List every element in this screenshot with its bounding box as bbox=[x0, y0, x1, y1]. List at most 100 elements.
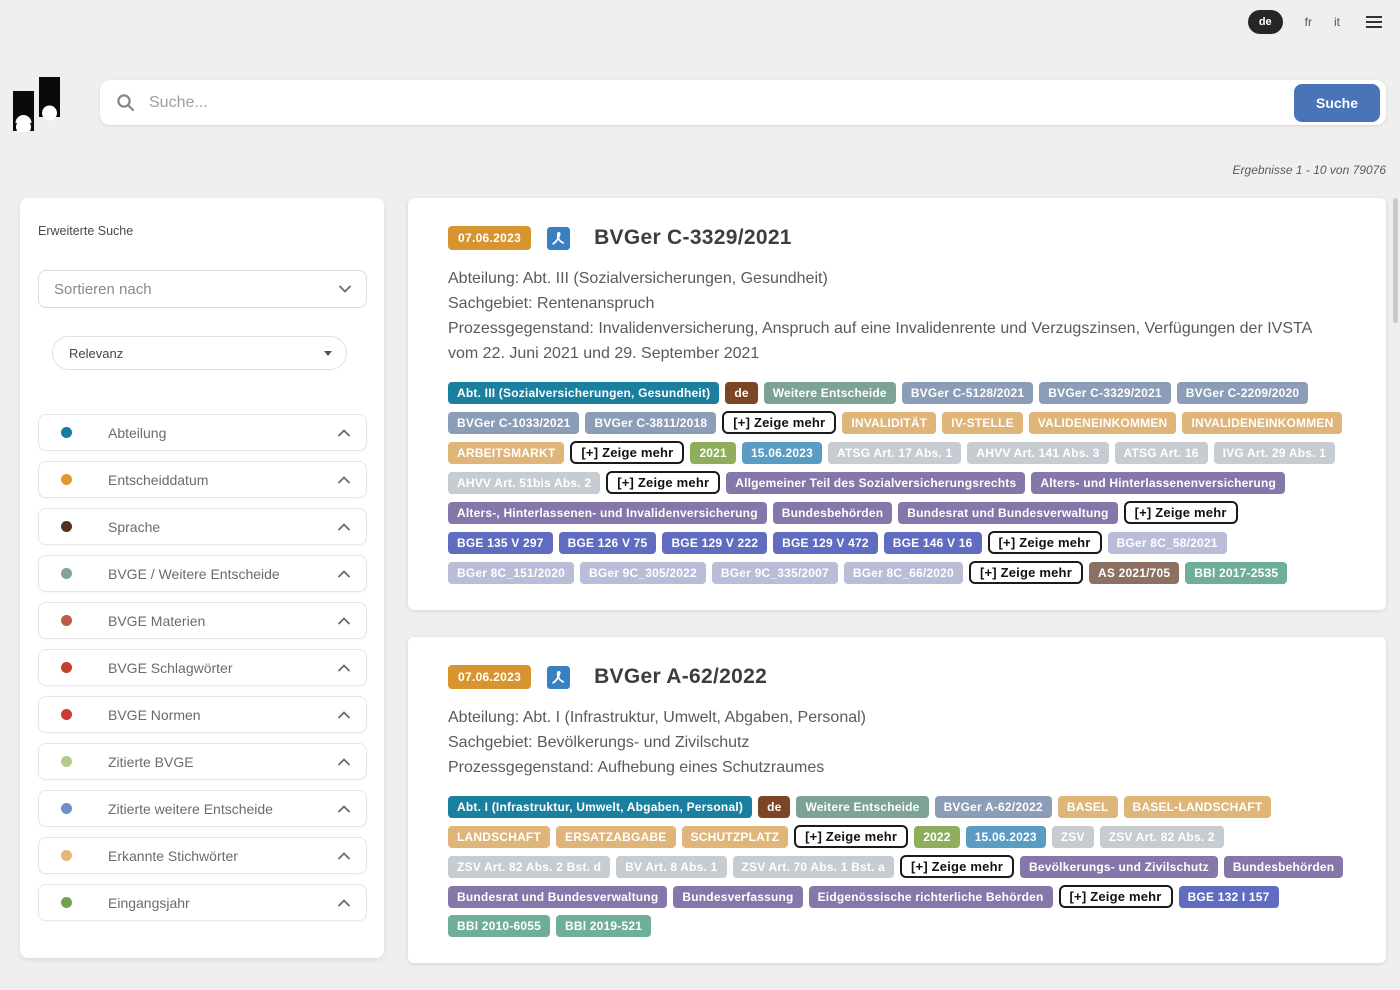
filter-accordion-zitierte-bvge[interactable]: Zitierte BVGE bbox=[38, 743, 367, 780]
tag-tan[interactable]: LANDSCHAFT bbox=[448, 826, 550, 848]
scrollbar-thumb[interactable] bbox=[1393, 198, 1398, 323]
result-title[interactable]: BVGer A-62/2022 bbox=[594, 665, 767, 689]
tag-purple[interactable]: Alters- und Hinterlassenenversicherung bbox=[1031, 472, 1285, 494]
tag-green[interactable]: 2021 bbox=[690, 442, 736, 464]
tag-sage[interactable]: Weitere Entscheide bbox=[796, 796, 928, 818]
tag-purple[interactable]: Bevölkerungs- und Zivilschutz bbox=[1020, 856, 1218, 878]
menu-hamburger-icon[interactable] bbox=[1362, 12, 1386, 32]
tag-gray[interactable]: ATSG Art. 16 bbox=[1115, 442, 1208, 464]
tag-gray[interactable]: IVG Art. 29 Abs. 1 bbox=[1214, 442, 1335, 464]
tag-teal[interactable]: Abt. III (Sozialversicherungen, Gesundhe… bbox=[448, 382, 719, 404]
tag-brown[interactable]: de bbox=[725, 382, 757, 404]
filter-accordion-bvge-materien[interactable]: BVGE Materien bbox=[38, 602, 367, 639]
decision-date-badge: 07.06.2023 bbox=[448, 665, 531, 689]
show-more-button[interactable]: [+] Zeige mehr bbox=[1124, 501, 1238, 524]
tag-purple[interactable]: Bundesbehörden bbox=[1224, 856, 1343, 878]
tag-gray[interactable]: ZSV Art. 82 Abs. 2 Bst. d bbox=[448, 856, 610, 878]
tag-green[interactable]: 2022 bbox=[914, 826, 960, 848]
tag-tan[interactable]: SCHUTZPLATZ bbox=[682, 826, 789, 848]
tag-bluegray[interactable]: BVGer C-3811/2018 bbox=[585, 412, 716, 434]
tag-tan[interactable]: VALIDENEINKOMMEN bbox=[1029, 412, 1177, 434]
tag-indigo[interactable]: BGE 135 V 297 bbox=[448, 532, 553, 554]
filter-accordion-erkannte-stichw-rter[interactable]: Erkannte Stichwörter bbox=[38, 837, 367, 874]
sort-by-dropdown[interactable]: Sortieren nach bbox=[38, 270, 367, 308]
tag-lavender[interactable]: BGer 8C_58/2021 bbox=[1108, 532, 1227, 554]
tag-blue[interactable]: 15.06.2023 bbox=[742, 442, 822, 464]
filter-label: Eingangsjahr bbox=[108, 895, 338, 911]
filter-accordion-abteilung[interactable]: Abteilung bbox=[38, 414, 367, 451]
tag-maroon[interactable]: AS 2021/705 bbox=[1089, 562, 1179, 584]
filter-label: Erkannte Stichwörter bbox=[108, 848, 338, 864]
filter-accordion-zitierte-weitere-entscheide[interactable]: Zitierte weitere Entscheide bbox=[38, 790, 367, 827]
tag-indigo[interactable]: BGE 146 V 16 bbox=[884, 532, 982, 554]
show-more-button[interactable]: [+] Zeige mehr bbox=[969, 561, 1083, 584]
tag-lavender[interactable]: BGer 8C_151/2020 bbox=[448, 562, 574, 584]
tag-gray[interactable]: BV Art. 8 Abs. 1 bbox=[616, 856, 726, 878]
show-more-button[interactable]: [+] Zeige mehr bbox=[606, 471, 720, 494]
tag-sage[interactable]: Weitere Entscheide bbox=[764, 382, 896, 404]
tag-indigo[interactable]: BGE 129 V 222 bbox=[662, 532, 767, 554]
tag-tan[interactable]: INVALIDITÄT bbox=[842, 412, 936, 434]
tag-tan[interactable]: IV-STELLE bbox=[942, 412, 1022, 434]
tag-gray[interactable]: ZSV Art. 70 Abs. 1 Bst. a bbox=[733, 856, 895, 878]
tag-bluegray[interactable]: BVGer C-1033/2021 bbox=[448, 412, 579, 434]
tag-indigo[interactable]: BGE 129 V 472 bbox=[773, 532, 878, 554]
show-more-button[interactable]: [+] Zeige mehr bbox=[722, 411, 836, 434]
tag-indigo[interactable]: BGE 132 I 157 bbox=[1179, 886, 1279, 908]
tag-gray[interactable]: ATSG Art. 17 Abs. 1 bbox=[828, 442, 961, 464]
chevron-up-icon bbox=[338, 706, 350, 724]
filter-accordion-bvge-normen[interactable]: BVGE Normen bbox=[38, 696, 367, 733]
lang-it-button[interactable]: it bbox=[1334, 15, 1340, 29]
tag-bluegray[interactable]: BVGer C-3329/2021 bbox=[1039, 382, 1170, 404]
result-title[interactable]: BVGer C-3329/2021 bbox=[594, 226, 792, 250]
show-more-button[interactable]: [+] Zeige mehr bbox=[794, 825, 908, 848]
filter-accordion-bvge-schlagw-rter[interactable]: BVGE Schlagwörter bbox=[38, 649, 367, 686]
sort-value-select[interactable]: Relevanz bbox=[52, 336, 347, 370]
tag-gray[interactable]: AHVV Art. 141 Abs. 3 bbox=[967, 442, 1108, 464]
show-more-button[interactable]: [+] Zeige mehr bbox=[570, 441, 684, 464]
filter-accordion-sprache[interactable]: Sprache bbox=[38, 508, 367, 545]
tag-tan[interactable]: BASEL bbox=[1058, 796, 1118, 818]
tag-bluegray[interactable]: BVGer C-5128/2021 bbox=[902, 382, 1033, 404]
show-more-button[interactable]: [+] Zeige mehr bbox=[1059, 885, 1173, 908]
tag-lavender[interactable]: BGer 9C_305/2022 bbox=[580, 562, 706, 584]
tag-tan[interactable]: ERSATZABGABE bbox=[556, 826, 676, 848]
tag-tan[interactable]: BASEL-LANDSCHAFT bbox=[1124, 796, 1272, 818]
tag-brown[interactable]: de bbox=[758, 796, 790, 818]
lang-de-button[interactable]: de bbox=[1248, 10, 1283, 34]
search-input[interactable] bbox=[149, 94, 1294, 112]
show-more-button[interactable]: [+] Zeige mehr bbox=[988, 531, 1102, 554]
tag-gray[interactable]: ZSV Art. 82 Abs. 2 bbox=[1100, 826, 1224, 848]
tag-bluegray[interactable]: BVGer A-62/2022 bbox=[935, 796, 1052, 818]
tag-tan[interactable]: ARBEITSMARKT bbox=[448, 442, 564, 464]
language-bar: de fr it bbox=[1248, 10, 1386, 34]
search-submit-button[interactable]: Suche bbox=[1294, 84, 1380, 122]
tag-purple[interactable]: Allgemeiner Teil des Sozialversicherungs… bbox=[726, 472, 1025, 494]
tag-lavender[interactable]: BGer 9C_335/2007 bbox=[712, 562, 838, 584]
pdf-icon[interactable] bbox=[547, 227, 570, 250]
tag-purple[interactable]: Bundesverfassung bbox=[673, 886, 802, 908]
tag-purple[interactable]: Eidgenössische richterliche Behörden bbox=[809, 886, 1053, 908]
tag-lavender[interactable]: BGer 8C_66/2020 bbox=[844, 562, 963, 584]
tag-blue[interactable]: 15.06.2023 bbox=[966, 826, 1046, 848]
tag-purple[interactable]: Alters-, Hinterlassenen- und Invalidenve… bbox=[448, 502, 767, 524]
lang-fr-button[interactable]: fr bbox=[1305, 15, 1312, 29]
filter-accordion-bvge-weitere-entscheide[interactable]: BVGE / Weitere Entscheide bbox=[38, 555, 367, 592]
tag-purple[interactable]: Bundesbehörden bbox=[773, 502, 892, 524]
tag-tealgreen[interactable]: BBl 2019-521 bbox=[556, 915, 651, 937]
pdf-icon[interactable] bbox=[547, 666, 570, 689]
show-more-button[interactable]: [+] Zeige mehr bbox=[900, 855, 1014, 878]
filter-accordion-entscheiddatum[interactable]: Entscheiddatum bbox=[38, 461, 367, 498]
tag-indigo[interactable]: BGE 126 V 75 bbox=[559, 532, 657, 554]
tag-purple[interactable]: Bundesrat und Bundesverwaltung bbox=[448, 886, 667, 908]
tag-purple[interactable]: Bundesrat und Bundesverwaltung bbox=[898, 502, 1117, 524]
tag-tealgreen[interactable]: BBl 2017-2535 bbox=[1185, 562, 1287, 584]
tag-tan[interactable]: INVALIDENEINKOMMEN bbox=[1182, 412, 1342, 434]
result-description-line: Abteilung: Abt. III (Sozialversicherunge… bbox=[448, 266, 1346, 291]
tag-gray[interactable]: ZSV bbox=[1052, 826, 1094, 848]
tag-tealgreen[interactable]: BBl 2010-6055 bbox=[448, 915, 550, 937]
tag-teal[interactable]: Abt. I (Infrastruktur, Umwelt, Abgaben, … bbox=[448, 796, 752, 818]
tag-bluegray[interactable]: BVGer C-2209/2020 bbox=[1177, 382, 1308, 404]
tag-gray[interactable]: AHVV Art. 51bis Abs. 2 bbox=[448, 472, 600, 494]
filter-accordion-eingangsjahr[interactable]: Eingangsjahr bbox=[38, 884, 367, 921]
